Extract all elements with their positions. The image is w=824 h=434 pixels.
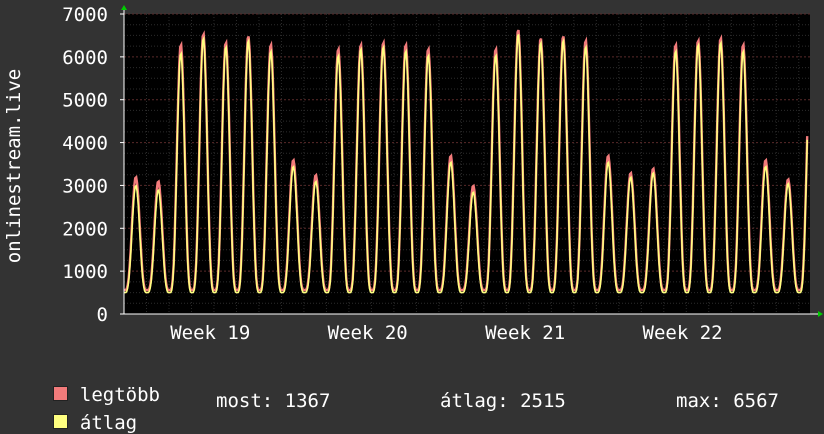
y-tick-label: 5000 [62, 90, 108, 112]
y-axis-arrow [121, 5, 127, 10]
y-tick-label: 0 [97, 304, 108, 326]
y-tick-label: 2000 [62, 218, 108, 240]
y-tick-label: 4000 [62, 133, 108, 155]
x-tick-label: Week 19 [170, 322, 250, 344]
y-tick-label: 6000 [62, 47, 108, 69]
stat-average: átlag: 2515 [440, 390, 566, 412]
y-tick-label: 3000 [62, 175, 108, 197]
stat-max: max: 6567 [676, 390, 779, 412]
legend-swatch-avg [52, 414, 68, 429]
legend-item-avg: átlag [30, 390, 137, 434]
x-tick-label: Week 21 [485, 322, 565, 344]
y-axis-label: onlinestream.live [3, 69, 25, 263]
x-tick-label: Week 22 [643, 322, 723, 344]
y-tick-label: 7000 [62, 4, 108, 26]
stat-now: most: 1367 [216, 390, 331, 412]
x-axis-arrow [818, 311, 823, 317]
x-tick-label: Week 20 [328, 322, 408, 344]
y-tick-label: 1000 [62, 261, 108, 283]
line-chart: 0 1000 2000 3000 4000 5000 6000 7000 Week 19 Week… [3, 4, 823, 344]
legend-label-avg: átlag [79, 412, 138, 434]
